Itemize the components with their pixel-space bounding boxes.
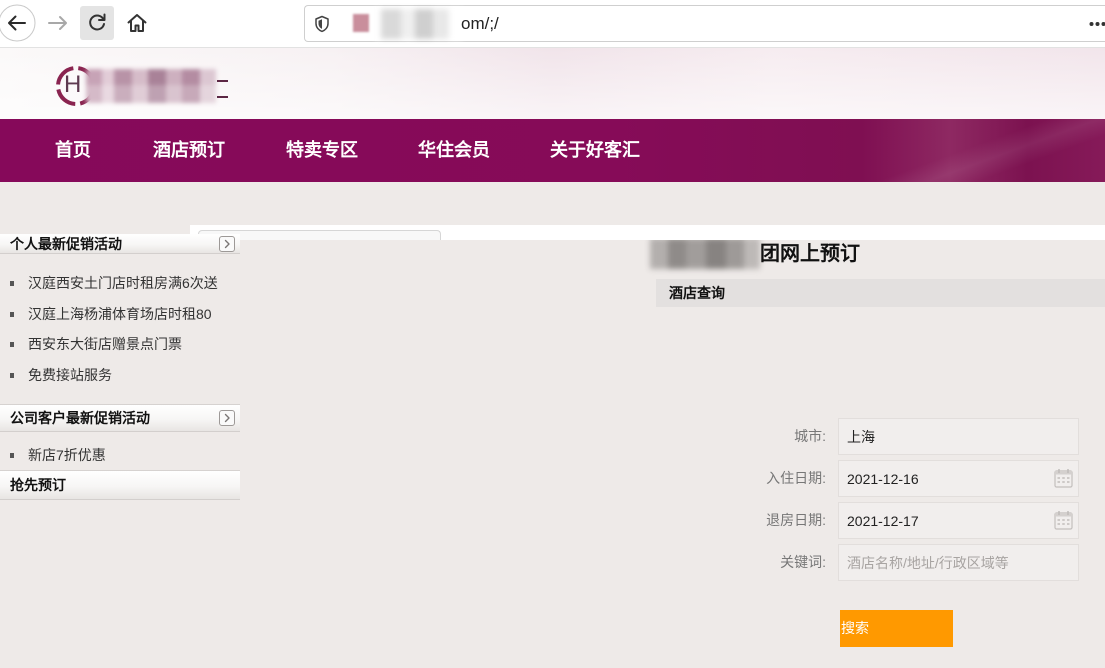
hotel-search-title: 酒店查询 <box>669 285 725 301</box>
site-favicon-blurred <box>353 14 369 32</box>
nav-item-membership[interactable]: 华住会员 <box>418 119 490 182</box>
reload-icon <box>89 13 106 31</box>
forward-button[interactable] <box>46 11 70 35</box>
section-expand-button[interactable] <box>219 410 235 426</box>
list-item-label: 免费接站服务 <box>28 367 112 384</box>
address-bar[interactable]: om/;/ <box>304 5 1105 42</box>
list-item-label: 汉庭上海杨浦体育场店时租80 <box>28 305 212 322</box>
sidebar-section-personal-promotions[interactable]: 个人最新促销活动 <box>0 234 240 254</box>
checkout-label: 退房日期: <box>766 512 826 528</box>
section-expand-button[interactable] <box>219 236 235 252</box>
sidebar-section-early-booking[interactable]: 抢先预订 <box>0 470 240 500</box>
nav-item-home[interactable]: 首页 <box>55 119 91 182</box>
keyword-label: 关键词: <box>780 554 826 570</box>
list-item-label: 汉庭西安土门店时租房满6次送 <box>28 275 218 291</box>
more-icon[interactable] <box>1089 21 1105 27</box>
logo-mark-fragment <box>217 96 228 98</box>
home-button[interactable] <box>125 11 149 35</box>
sidebar-section-title: 抢先预订 <box>10 477 66 493</box>
home-icon <box>127 14 147 32</box>
nav-item-about[interactable]: 关于好客汇 <box>550 119 640 182</box>
checkout-date-input[interactable] <box>838 502 1079 539</box>
bullet-icon <box>10 281 14 286</box>
nav-item-special-offers[interactable]: 特卖专区 <box>286 119 358 182</box>
city-label: 城市: <box>794 428 826 444</box>
list-item[interactable]: 西安东大街店赠景点门票 <box>0 329 240 360</box>
content-top-strip <box>190 225 1105 240</box>
list-item[interactable]: 汉庭上海杨浦体育场店时租80 <box>0 299 240 330</box>
sidebar-section-title: 个人最新促销活动 <box>10 236 122 252</box>
chevron-right-icon <box>224 413 230 423</box>
back-button[interactable] <box>0 4 38 42</box>
arrow-left-icon <box>0 4 36 42</box>
list-item[interactable]: 免费接站服务 <box>0 360 240 391</box>
calendar-icon[interactable] <box>1054 468 1073 488</box>
sidebar-section-title: 公司客户最新促销活动 <box>10 410 150 426</box>
bullet-icon <box>10 311 14 317</box>
list-item-label: 西安东大街店赠景点门票 <box>28 336 182 353</box>
sidebar-section-corporate-promotions[interactable]: 公司客户最新促销活动 <box>0 404 240 432</box>
page-title: 团网上预订 <box>760 243 860 265</box>
arrow-right-icon <box>48 16 67 30</box>
calendar-icon[interactable] <box>1054 510 1073 530</box>
logo-letter: H <box>64 71 82 98</box>
reload-button[interactable] <box>80 6 114 40</box>
chevron-right-icon <box>224 239 230 249</box>
list-item[interactable]: 新店7折优惠 <box>0 440 240 471</box>
city-input[interactable] <box>838 418 1079 455</box>
logo-text-blurred <box>86 69 216 103</box>
title-blurred-region <box>650 238 760 269</box>
checkin-date-input[interactable] <box>838 460 1079 497</box>
nav-item-hotel-booking[interactable]: 酒店预订 <box>153 119 225 182</box>
promotion-list: 新店7折优惠 <box>0 440 240 471</box>
promotion-list: 汉庭西安土门店时租房满6次送 汉庭上海杨浦体育场店时租80 西安东大街店赠景点门… <box>0 268 240 391</box>
site-header: H <box>0 48 1105 119</box>
shield-icon[interactable] <box>314 15 330 33</box>
logo-mark-fragment <box>217 80 228 82</box>
bullet-icon <box>10 342 14 348</box>
checkin-label: 入住日期: <box>766 470 826 486</box>
keyword-input[interactable] <box>838 544 1079 581</box>
hotel-search-header: 酒店查询 <box>656 279 1105 307</box>
url-text[interactable]: om/;/ <box>461 6 499 41</box>
bullet-icon <box>10 453 14 458</box>
list-item[interactable]: 汉庭西安土门店时租房满6次送 <box>0 268 240 299</box>
browser-toolbar: om/;/ <box>0 0 1105 48</box>
main-nav: 首页 酒店预订 特卖专区 华住会员 关于好客汇 <box>0 119 1105 182</box>
list-item-label: 新店7折优惠 <box>28 447 106 463</box>
bullet-icon <box>10 373 14 379</box>
url-blurred-region <box>375 9 463 39</box>
search-button[interactable]: 搜索 <box>840 610 953 647</box>
